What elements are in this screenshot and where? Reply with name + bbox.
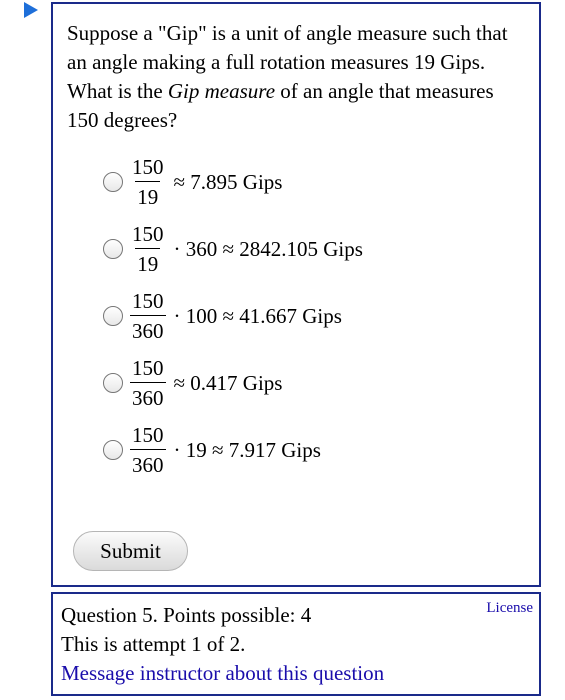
choice-expression: · 100 ≈ 41.667 Gips — [173, 303, 342, 328]
radio-button[interactable] — [103, 306, 123, 326]
fraction: 150 19 — [130, 156, 166, 208]
choice-expression: ≈ 7.895 Gips — [173, 169, 283, 194]
radio-button[interactable] — [103, 373, 123, 393]
message-instructor-link[interactable]: Message instructor about this question — [61, 661, 384, 685]
denominator: 19 — [135, 248, 161, 275]
fraction: 150 360 — [130, 290, 166, 342]
denominator: 360 — [130, 315, 166, 342]
numerator: 150 — [132, 155, 164, 179]
question-text-emphasis: Gip measure — [167, 79, 276, 103]
choice-1[interactable]: 150 19 ≈ 7.895 Gips — [103, 152, 282, 212]
message-line: Message instructor about this question — [61, 659, 384, 687]
radio-button[interactable] — [103, 239, 123, 259]
question-info-box: License Question 5. Points possible: 4 T… — [51, 592, 541, 696]
choice-3[interactable]: 150 360 · 100 ≈ 41.667 Gips — [103, 286, 342, 346]
choice-expression: · 19 ≈ 7.917 Gips — [173, 437, 321, 462]
denominator: 19 — [135, 181, 161, 208]
denominator: 360 — [130, 449, 166, 476]
fraction: 150 360 — [130, 424, 166, 476]
numerator: 150 — [132, 289, 164, 313]
choice-expression: · 360 ≈ 2842.105 Gips — [173, 236, 363, 261]
license-link[interactable]: License — [486, 600, 533, 617]
question-text: Suppose a "Gip" is a unit of angle measu… — [67, 19, 527, 135]
submit-button[interactable]: Submit — [73, 531, 188, 571]
question-box: Suppose a "Gip" is a unit of angle measu… — [51, 2, 541, 587]
choice-4[interactable]: 150 360 ≈ 0.417 Gips — [103, 353, 282, 413]
radio-button[interactable] — [103, 440, 123, 460]
choice-expression: ≈ 0.417 Gips — [173, 370, 283, 395]
radio-button[interactable] — [103, 172, 123, 192]
fraction: 150 360 — [130, 357, 166, 409]
choice-5[interactable]: 150 360 · 19 ≈ 7.917 Gips — [103, 420, 321, 480]
numerator: 150 — [132, 222, 164, 246]
points-info: Question 5. Points possible: 4 — [61, 603, 312, 627]
denominator: 360 — [130, 382, 166, 409]
choice-2[interactable]: 150 19 · 360 ≈ 2842.105 Gips — [103, 219, 363, 279]
fraction: 150 19 — [130, 223, 166, 275]
play-arrow-icon — [24, 2, 38, 18]
numerator: 150 — [132, 356, 164, 380]
numerator: 150 — [132, 423, 164, 447]
attempt-info: This is attempt 1 of 2. — [61, 632, 246, 656]
